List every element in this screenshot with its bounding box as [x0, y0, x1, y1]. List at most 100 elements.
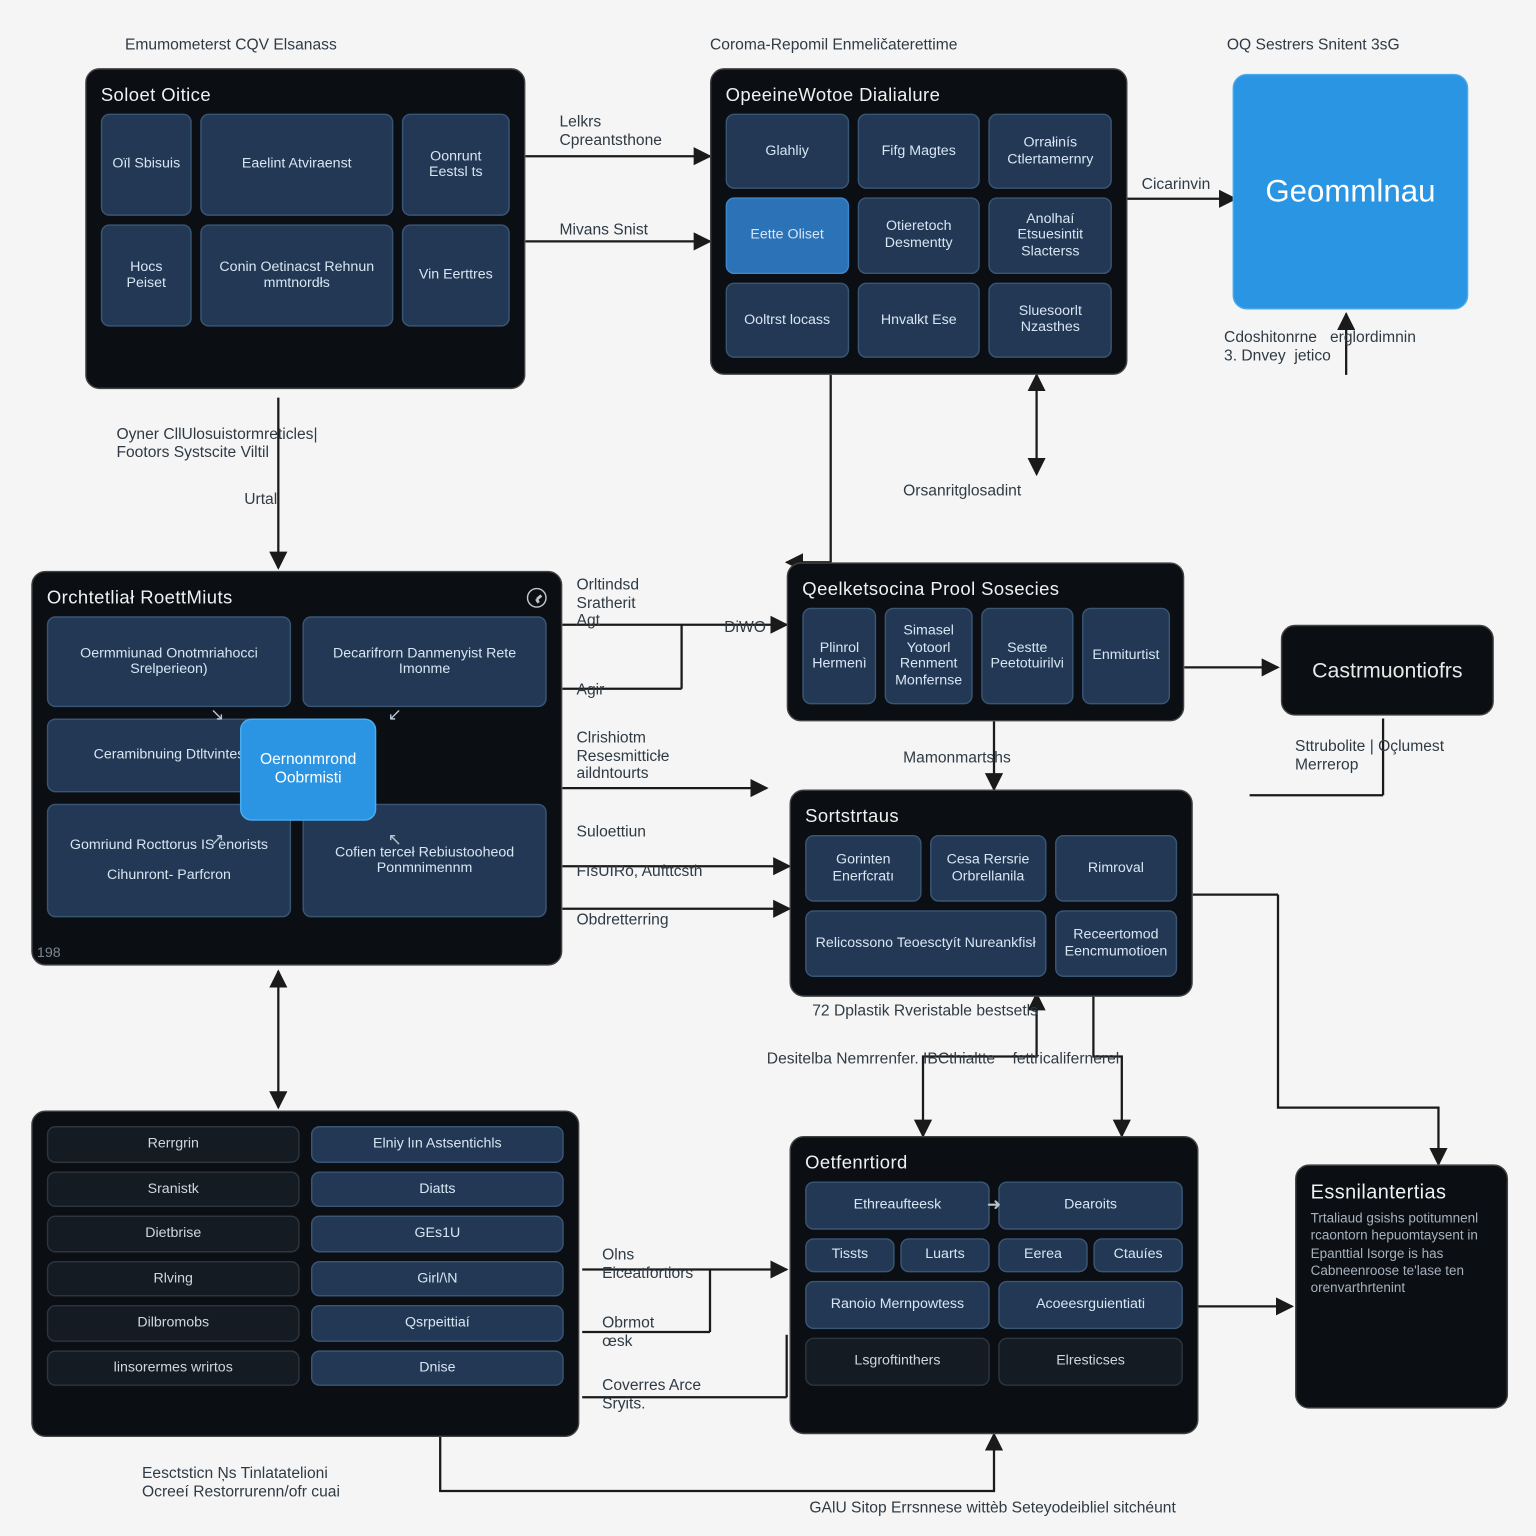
panel-cas: Castrmuontiofrs — [1281, 625, 1494, 716]
orch-cell: Decarifrorn Danmenyist Rete Imonme — [302, 616, 546, 707]
oet-title: Oetfenrtiord — [805, 1152, 908, 1173]
label: DiWO — [724, 619, 766, 637]
arrow-icon: ➜ — [987, 1194, 1001, 1214]
opeen-cell: Ooltrst locass — [726, 282, 849, 358]
label: Orsanritglosadint — [903, 483, 1021, 501]
opeen-cell: Hnvalkt Ese — [857, 282, 980, 358]
label: Suloettiun — [577, 824, 646, 842]
panel-leftlist: Rerrgrin Sranistk Dietbrise Rlving Dilbr… — [31, 1110, 579, 1437]
panel-qp: Qeelketsocina Prool Sosecies Plinrol Her… — [787, 562, 1185, 721]
label: Coverres Arce Sryits. — [602, 1377, 701, 1413]
sr-cell: Rimroval — [1055, 835, 1177, 902]
orch-title: Orchtetliał RoettMiuts — [47, 586, 233, 607]
soloet-cell: Oïl Sbisuis — [101, 114, 192, 216]
oet-cell: Dearoits — [998, 1181, 1183, 1229]
orch-cell-text: Cihunront- Parfcron — [107, 868, 231, 884]
soloet-cell: Conin Oetinacst Rehnun mmtnordłs — [200, 224, 393, 326]
header-left: Emumometerst CQV Elsanass — [125, 37, 337, 55]
sr-cell: Gorinten Enerfcratı — [805, 835, 921, 902]
panel-soloet: Soloet Oitice Oïl Sbisuis Eaelint Atvira… — [85, 68, 525, 389]
label: Cicarinvin — [1142, 176, 1211, 194]
label: Cdoshitonrne erglordimnin 3. Dnvey jetic… — [1224, 329, 1416, 365]
orch-badge: 198 — [37, 946, 61, 962]
label: Clrishiotm Resesmitticłe aildntourts — [577, 730, 670, 784]
oet-cell: Lsgroftinthers — [805, 1338, 990, 1386]
ll-cell: Elniy lın Astsentichls — [311, 1126, 564, 1162]
ll-cell: Rlving — [47, 1260, 300, 1296]
ll-cell: GEs1U — [311, 1216, 564, 1252]
header-mid: Coroma-Repomil Enmeličaterettime — [710, 37, 957, 55]
ll-cell: Dilbromobs — [47, 1305, 300, 1341]
panel-sr: Sortstrtaus Gorinten Enerfcratı Cesa Rer… — [790, 790, 1193, 997]
opeen-cell: Sluesoorlt Nzasthes — [989, 282, 1112, 358]
label: Olns Eiceatfortiors — [602, 1247, 693, 1283]
arrow-icon: ↙ — [388, 704, 402, 724]
gem-title: Geommlnau — [1265, 173, 1435, 210]
oet-cell: Ranoio Mernpowtess — [805, 1281, 990, 1329]
cas-title: Castrmuontiofrs — [1312, 658, 1462, 682]
ll-cell: Dnise — [311, 1350, 564, 1386]
oet-cell: Tissts — [805, 1238, 894, 1272]
opeen-cell: Eette Oliset — [726, 198, 849, 274]
label: Obdretterring — [577, 912, 669, 930]
opeen-cell: Glahliy — [726, 114, 849, 190]
qp-cell: Enmiturtist — [1082, 608, 1169, 705]
ll-cell: Girl/\N — [311, 1260, 564, 1296]
clock-icon — [527, 587, 547, 607]
sr-cell: Receertomod Eencmumotioen — [1055, 910, 1177, 977]
orch-center: Oernonmrond Oobrmisti — [240, 719, 376, 821]
opeen-cell: Fifg Magtes — [857, 114, 980, 190]
ll-cell: Dietbrise — [47, 1216, 300, 1252]
label: FIsUIRo, Aufttcsth — [577, 863, 703, 881]
header-right: OQ Sestrers Snitent 3sG — [1227, 37, 1400, 55]
arrow-icon: ↖ — [388, 829, 402, 849]
label: Agir — [577, 682, 605, 700]
label: Urtal — [244, 491, 277, 509]
oet-cell: Ethreaufteesk — [805, 1181, 990, 1229]
soloet-cell: Hocs Peiset — [101, 224, 192, 326]
panel-gem: Geommlnau — [1233, 74, 1469, 310]
orch-cell-text: Gomriund Rocttorus IS enorists — [70, 837, 268, 853]
oet-cell: Eerea — [998, 1238, 1087, 1272]
oet-cell: Luarts — [900, 1238, 989, 1272]
soloet-title: Soloet Oitice — [101, 84, 211, 105]
soloet-cell: Eaelint Atviraenst — [200, 114, 393, 216]
label: Obrmot œsk — [602, 1315, 667, 1351]
label: Orltindsd Sratherit Agt — [577, 577, 640, 631]
oet-cell: Ctauíes — [1093, 1238, 1182, 1272]
arrow-icon: ↗ — [210, 829, 224, 849]
qp-cell: Plinrol Hermenì — [802, 608, 876, 705]
sr-footer: 72 Dplastik Rveristable bestsetls — [812, 1003, 1038, 1021]
label: GAlU Sitop Errsnnese wittèb Seteyodeibli… — [809, 1500, 1175, 1518]
label: Sttrubolite | Oçlumest Merrerop — [1295, 738, 1444, 774]
ll-cell: Diatts — [311, 1171, 564, 1207]
ll-cell: Rerrgrin — [47, 1126, 300, 1162]
arrow-icon: ↘ — [210, 704, 224, 724]
label: Eesctsticn Ņs Tinlatatelioni Ocreeí Rest… — [142, 1465, 340, 1501]
orch-cell: Oermmiunad Onotmriahocci Srelperieon) — [47, 616, 291, 707]
opeen-title: OpeeineWotoe Dialialure — [726, 84, 941, 105]
panel-ess: Essnilantertias Trtaliaud gsishs potitum… — [1295, 1164, 1508, 1408]
sr-cell: Cesa Rersrie Orbrellanila — [930, 835, 1046, 902]
opeen-cell: Orrałinís Ctlertamernry — [989, 114, 1112, 190]
soloet-cell: Oonrunt Eestsl ts — [402, 114, 510, 216]
soloet-cell: Vin Eerttres — [402, 224, 510, 326]
ll-cell: Sranistk — [47, 1171, 300, 1207]
opeen-cell: Otieretoch Desmentty — [857, 198, 980, 274]
sr-cell: Relicossono Teoesctyít Nureankfisł — [805, 910, 1046, 977]
label: Oyner CllUlosuistormreticles| Footors Sy… — [116, 426, 317, 462]
ess-body: Trtaliaud gsishs potitumnenl rcaontorn h… — [1311, 1211, 1493, 1299]
qp-cell: Sestte Peetotuirilvi — [981, 608, 1074, 705]
qp-cell: Simasel Yotoorl Renment Monfernse — [885, 608, 972, 705]
sr-title: Sortstrtaus — [805, 805, 899, 826]
opeen-cell: Anolhaí Etsuesintit Slacterss — [989, 198, 1112, 274]
ll-cell: linsorermes wrirtos — [47, 1350, 300, 1386]
label: Mamonmartshs — [903, 750, 1011, 768]
panel-opeen: OpeeineWotoe Dialialure Glahliy Fifg Mag… — [710, 68, 1127, 375]
label: Desitelba Nemrrenfer. IBCthialtte fettri… — [767, 1051, 1119, 1069]
label: Lelkrs Cpreantsthone — [559, 114, 661, 150]
ll-cell: Qsrpeittiaí — [311, 1305, 564, 1341]
panel-orch: Orchtetliał RoettMiuts Oermmiunad Onotmr… — [31, 571, 562, 966]
ess-title: Essnilantertias — [1311, 1180, 1447, 1203]
oet-cell: Acoeesrguientiati — [998, 1281, 1183, 1329]
